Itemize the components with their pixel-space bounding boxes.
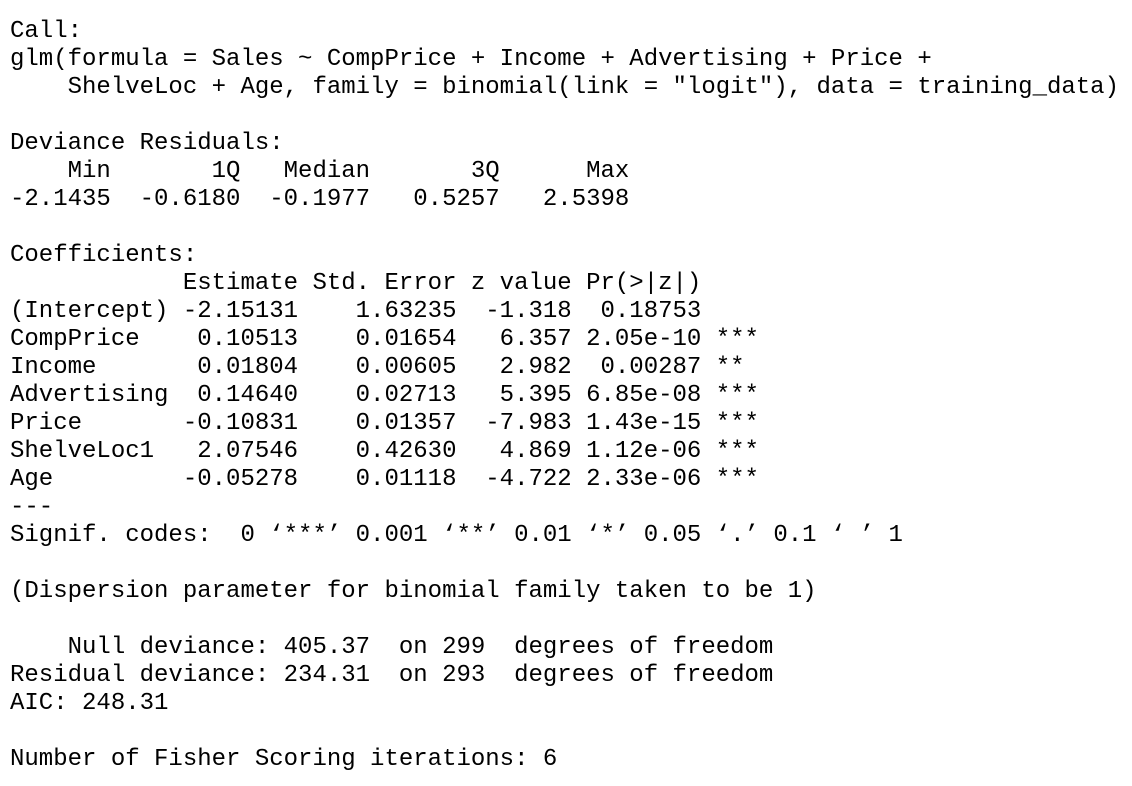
aic-line: AIC: 248.31: [10, 690, 169, 717]
deviance-residuals-header: Deviance Residuals:: [10, 130, 299, 157]
call-header: Call:: [10, 18, 83, 45]
coefficients-header: Coefficients:: [10, 242, 198, 269]
coefficient-row: (Intercept) -2.15131 1.63235 -1.318 0.18…: [10, 298, 759, 325]
separator-line: ---: [10, 494, 54, 521]
coefficient-row: Price -0.10831 0.01357 -7.983 1.43e-15 *…: [10, 410, 759, 437]
r-console-output: Call: glm(formula = Sales ~ CompPrice + I…: [10, 18, 1119, 774]
residual-deviance-line: Residual deviance: 234.31 on 293 degrees…: [10, 662, 774, 689]
deviance-residuals-labels: Min 1Q Median 3Q Max: [10, 158, 659, 185]
signif-codes-legend: Signif. codes: 0 ‘***’ 0.001 ‘**’ 0.01 ‘…: [10, 522, 903, 549]
fisher-scoring-line: Number of Fisher Scoring iterations: 6: [10, 746, 558, 773]
coefficient-row: CompPrice 0.10513 0.01654 6.357 2.05e-10…: [10, 326, 759, 353]
coefficients-column-headers: Estimate Std. Error z value Pr(>|z|): [10, 270, 759, 297]
dispersion-note: (Dispersion parameter for binomial famil…: [10, 578, 817, 605]
null-deviance-line: Null deviance: 405.37 on 299 degrees of …: [10, 634, 774, 661]
coefficient-row: Income 0.01804 0.00605 2.982 0.00287 **: [10, 354, 759, 381]
deviance-residuals-values: -2.1435 -0.6180 -0.1977 0.5257 2.5398: [10, 186, 659, 213]
coefficient-row: Advertising 0.14640 0.02713 5.395 6.85e-…: [10, 382, 759, 409]
call-formula-line-1: glm(formula = Sales ~ CompPrice + Income…: [10, 46, 947, 73]
call-formula-line-2: ShelveLoc + Age, family = binomial(link …: [10, 74, 1119, 101]
coefficient-row: Age -0.05278 0.01118 -4.722 2.33e-06 ***: [10, 466, 759, 493]
coefficient-row: ShelveLoc1 2.07546 0.42630 4.869 1.12e-0…: [10, 438, 759, 465]
